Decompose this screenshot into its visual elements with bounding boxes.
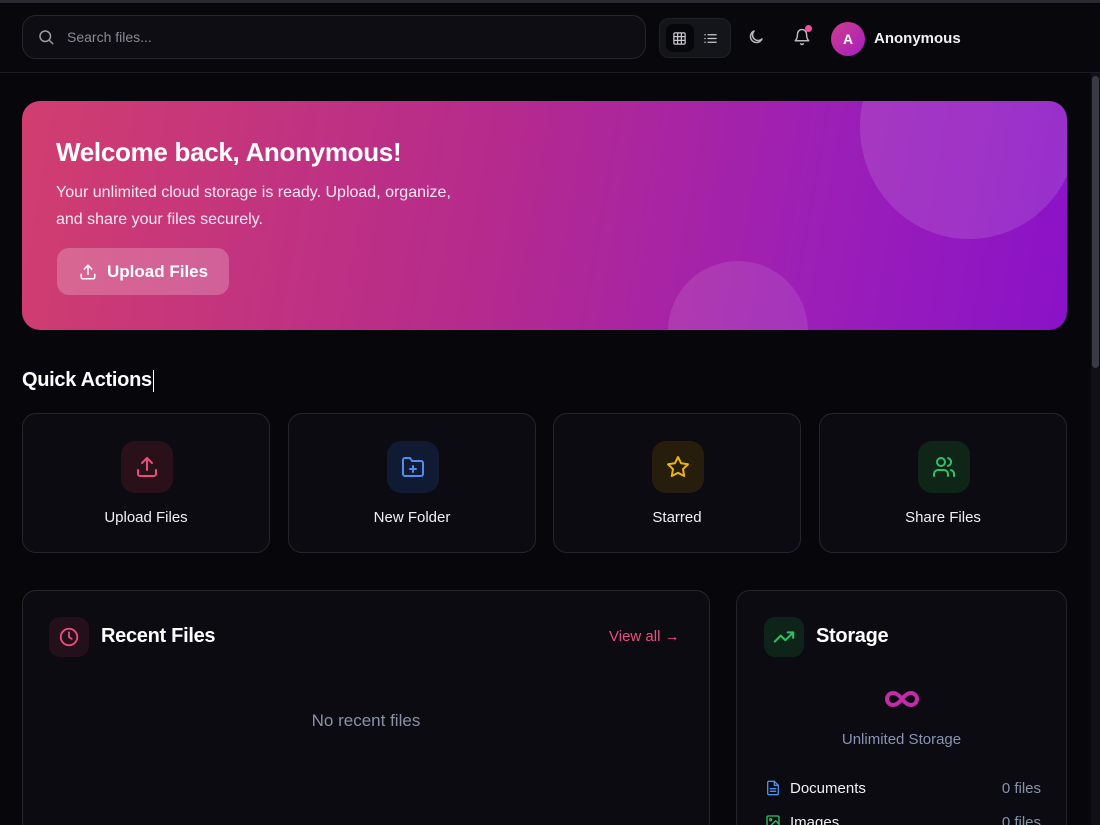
quick-action-icon-box: [387, 441, 439, 493]
upload-icon: [80, 264, 96, 279]
username[interactable]: Anonymous: [874, 30, 961, 47]
welcome-banner: Welcome back, Anonymous! Your unlimited …: [22, 101, 1067, 330]
grid-view-button[interactable]: [665, 24, 694, 52]
recent-files-title: Recent Files: [101, 625, 216, 647]
avatar[interactable]: A: [831, 22, 865, 56]
storage-card: Storage Unlimited Storage Documents 0 fi…: [736, 590, 1067, 825]
search-icon: [39, 30, 54, 45]
quick-action-label: Starred: [652, 509, 702, 526]
quick-action-icon-box: [918, 441, 970, 493]
unlimited-storage-label: Unlimited Storage: [841, 731, 962, 748]
quick-action-share[interactable]: Share Files: [819, 413, 1067, 553]
storage-row-count: 0 files: [1001, 813, 1041, 825]
storage-row-count: 0 files: [1001, 779, 1041, 797]
quick-action-label: Upload Files: [104, 509, 188, 526]
list-icon: [704, 33, 717, 43]
view-all-link[interactable]: View all →: [609, 628, 680, 645]
trending-up-icon: [773, 631, 795, 643]
quick-action-starred[interactable]: Starred: [553, 413, 801, 553]
list-view-button[interactable]: [697, 24, 725, 52]
storage-row-name: Images: [790, 813, 840, 825]
upload-icon: [137, 457, 157, 477]
folder-plus-icon: [402, 457, 424, 477]
scrollbar-thumb[interactable]: [1092, 76, 1099, 368]
storage-icon-box: [764, 617, 804, 657]
recent-files-icon-box: [49, 617, 89, 657]
quick-action-label: New Folder: [373, 509, 451, 526]
hero-upload-label: Upload Files: [107, 261, 209, 281]
moon-icon: [749, 30, 763, 44]
grid-icon: [673, 31, 686, 45]
decor-circle: [668, 261, 808, 330]
search-input[interactable]: [67, 29, 607, 45]
quick-action-icon-box: [121, 441, 173, 493]
view-toggle: [659, 18, 731, 58]
hero-upload-button[interactable]: Upload Files: [57, 248, 229, 295]
notifications-button[interactable]: [790, 25, 814, 49]
storage-title: Storage: [816, 625, 889, 647]
decor-circle: [860, 101, 1067, 239]
storage-row-documents: Documents 0 files: [765, 777, 1041, 799]
quick-action-label: Share Files: [905, 509, 981, 526]
recent-files-card: Recent Files View all → No recent files: [22, 590, 710, 825]
theme-toggle-button[interactable]: [744, 25, 768, 49]
storage-row-images: Images 0 files: [765, 811, 1041, 825]
empty-state-text: No recent files: [311, 711, 421, 730]
clock-icon: [59, 627, 79, 647]
users-icon: [933, 457, 956, 477]
quick-action-new-folder[interactable]: New Folder: [288, 413, 536, 553]
image-icon: [766, 815, 780, 825]
file-text-icon: [767, 780, 779, 796]
quick-action-icon-box: [652, 441, 704, 493]
welcome-title: Welcome back, Anonymous!: [56, 137, 402, 167]
app-window: A Anonymous Welcome back, Anonymous! You…: [0, 0, 1100, 825]
storage-row-name: Documents: [790, 779, 866, 797]
search-bar[interactable]: [22, 15, 646, 59]
star-icon: [667, 456, 689, 477]
quick-action-upload[interactable]: Upload Files: [22, 413, 270, 553]
top-bar: A Anonymous: [0, 3, 1100, 73]
notification-dot: [805, 25, 812, 32]
quick-actions-title: Quick Actions: [22, 369, 154, 392]
infinity-icon: [737, 687, 1066, 716]
welcome-subtitle: Your unlimited cloud storage is ready. U…: [56, 184, 451, 228]
